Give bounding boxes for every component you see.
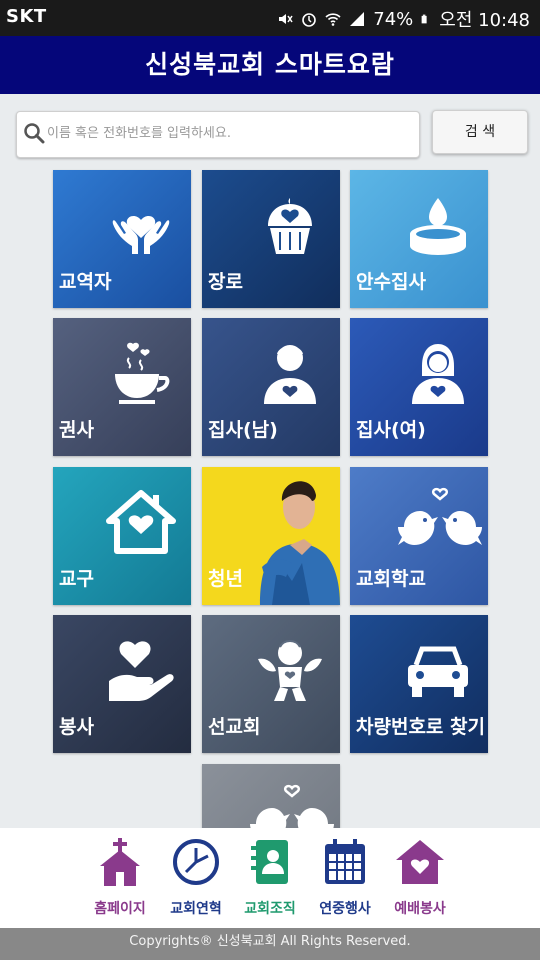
tile-label: 권사 — [59, 419, 94, 441]
nav-label: 예배봉사 — [394, 901, 446, 917]
clock-icon — [173, 839, 219, 885]
man-heart-icon — [254, 338, 326, 410]
status-bar: SKT 74% 오전 10:48 — [0, 0, 540, 36]
tile-label: 장로 — [208, 271, 243, 293]
hand-heart-icon — [105, 635, 177, 707]
lovebirds-icon — [398, 487, 482, 559]
clock-time: 오전 10:48 — [439, 10, 530, 31]
tile-mission[interactable]: 선교회 — [202, 615, 340, 753]
candle-icon — [402, 190, 474, 262]
heart-house-icon — [396, 840, 444, 884]
app-title: 신성북교회 스마트요람 — [145, 50, 395, 79]
nav-worship-service[interactable]: 예배봉사 — [374, 836, 466, 922]
tile-deacons-female[interactable]: 집사(여) — [350, 318, 488, 456]
main-content: 검 색 교역자 장로 안수집사 권사 집사(남) 집사(여) — [0, 94, 540, 828]
battery-icon — [421, 14, 427, 24]
tile-label: 집사(여) — [356, 419, 426, 441]
status-icons: 74% 오전 10:48 — [277, 6, 530, 32]
signal-icon — [350, 12, 365, 26]
tile-label: 봉사 — [59, 716, 94, 738]
tile-label: 안수집사 — [356, 271, 426, 293]
calendar-icon — [325, 839, 365, 884]
mute-icon — [279, 14, 293, 24]
cupcake-heart-icon — [254, 190, 326, 262]
tile-label: 차량번호로 찾기 — [356, 716, 485, 738]
contacts-book-icon — [251, 840, 288, 884]
tile-church-school[interactable]: 교회학교 — [350, 467, 488, 605]
battery-percent: 74% — [373, 8, 414, 30]
house-heart-icon — [105, 487, 177, 559]
search-button[interactable]: 검 색 — [432, 110, 528, 154]
cupid-icon — [254, 635, 326, 707]
tile-service[interactable]: 봉사 — [53, 615, 191, 753]
woman-heart-icon — [402, 338, 474, 410]
tile-label: 교회학교 — [356, 568, 426, 590]
tile-find-by-car-number[interactable]: 차량번호로 찾기 — [350, 615, 488, 753]
tile-label: 선교회 — [208, 716, 261, 738]
tile-youth[interactable]: 청년 — [202, 467, 340, 605]
alarm-icon — [302, 13, 317, 27]
search-field[interactable] — [16, 111, 420, 158]
lovebirds-icon — [250, 784, 334, 828]
tile-label: 교역자 — [59, 271, 112, 293]
app-bar: 신성북교회 스마트요람 — [0, 36, 540, 94]
wifi-icon — [325, 13, 341, 26]
tile-extra[interactable] — [202, 764, 340, 828]
tile-elders[interactable]: 장로 — [202, 170, 340, 308]
tile-label: 집사(남) — [208, 419, 278, 441]
hands-heart-icon — [105, 190, 177, 262]
tile-kwonsa[interactable]: 권사 — [53, 318, 191, 456]
teacup-heart-icon — [105, 338, 177, 410]
car-icon — [402, 635, 474, 707]
tile-label: 청년 — [208, 568, 243, 590]
tile-label: 교구 — [59, 568, 94, 590]
copyright-footer: Copyrights® 신성북교회 All Rights Reserved. — [0, 928, 540, 960]
tile-pastors[interactable]: 교역자 — [53, 170, 191, 308]
bottom-navigation: 홈페이지 교회연혁 교회조직 연중행사 예배봉사 — [0, 828, 540, 928]
tile-district[interactable]: 교구 — [53, 467, 191, 605]
tile-ordained-deacons[interactable]: 안수집사 — [350, 170, 488, 308]
search-input[interactable] — [47, 112, 407, 155]
tile-deacons-male[interactable]: 집사(남) — [202, 318, 340, 456]
carrier-label: SKT — [6, 6, 47, 27]
church-icon — [100, 838, 140, 886]
search-icon — [24, 123, 45, 144]
